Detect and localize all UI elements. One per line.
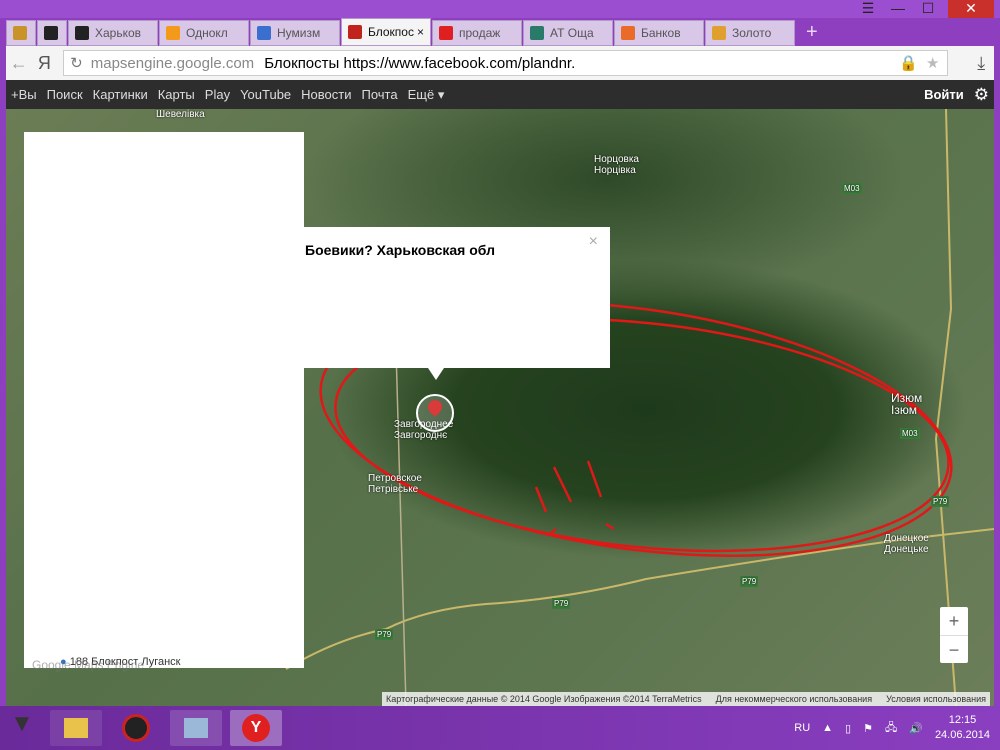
volume-icon[interactable]: 🔊 bbox=[909, 722, 923, 735]
tab-close-icon[interactable]: × bbox=[417, 25, 424, 39]
tab-label: продаж bbox=[459, 26, 501, 40]
language-indicator[interactable]: RU bbox=[794, 722, 810, 734]
place-label: Донецкое Донецьке bbox=[884, 533, 929, 555]
tab[interactable]: Золото bbox=[705, 20, 795, 46]
tab-favicon-icon bbox=[13, 26, 27, 40]
tab[interactable]: Банков bbox=[614, 20, 704, 46]
tab[interactable]: Нумизм bbox=[250, 20, 340, 46]
start-button[interactable]: ▼ bbox=[2, 710, 42, 746]
tab-favicon-icon bbox=[257, 26, 271, 40]
tab[interactable] bbox=[37, 20, 67, 46]
google-bar: +Вы Поиск Картинки Карты Play YouTube Но… bbox=[6, 80, 994, 109]
attribution-data: Картографические данные © 2014 Google Из… bbox=[386, 694, 702, 704]
gbar-plus[interactable]: +Вы bbox=[6, 87, 42, 102]
gbar-youtube[interactable]: YouTube bbox=[235, 87, 296, 102]
system-tray: RU ▲ ▯ ⚑ 🖧 🔊 12:15 24.06.2014 bbox=[794, 706, 990, 750]
clock[interactable]: 12:15 24.06.2014 bbox=[935, 713, 990, 743]
app-taskbar-icon[interactable] bbox=[110, 710, 162, 746]
tab-label: Банков bbox=[641, 26, 681, 40]
battery-icon[interactable]: ▯ bbox=[845, 722, 851, 735]
tab[interactable]: Блокпос × bbox=[341, 18, 431, 46]
taskbar: ▼ Y RU ▲ ▯ ⚑ 🖧 🔊 12:15 24.06.2014 bbox=[0, 706, 1000, 750]
terms-link[interactable]: Условия использования bbox=[886, 694, 986, 704]
close-button[interactable]: ✕ bbox=[948, 0, 994, 18]
yandex-button[interactable]: Я bbox=[32, 53, 58, 74]
tab-label: Золото bbox=[732, 26, 772, 40]
tab-favicon-icon bbox=[621, 26, 635, 40]
settings-gear-icon[interactable]: ⚙ bbox=[969, 85, 994, 105]
tab-favicon-icon bbox=[166, 26, 180, 40]
tab-label: Харьков bbox=[95, 26, 142, 40]
tab-favicon-icon bbox=[44, 26, 58, 40]
place-label: Петровское Петрівське bbox=[368, 473, 422, 495]
gbar-search[interactable]: Поиск bbox=[42, 87, 88, 102]
tab-favicon-icon bbox=[348, 25, 362, 39]
reload-icon[interactable]: ↻ bbox=[70, 54, 83, 72]
tab-favicon-icon bbox=[530, 26, 544, 40]
address-bar: ← Я ↻ mapsengine.google.com Блокпосты ht… bbox=[6, 46, 994, 80]
gbar-images[interactable]: Картинки bbox=[88, 87, 153, 102]
maximize-button[interactable]: ☐ bbox=[908, 0, 948, 18]
tab-label: АТ Оща bbox=[550, 26, 594, 40]
road-badge: M03 bbox=[900, 428, 920, 439]
lock-icon: 🔒 bbox=[899, 55, 918, 72]
gbar-news[interactable]: Новости bbox=[296, 87, 356, 102]
login-button[interactable]: Войти bbox=[919, 87, 969, 102]
tray-expand-icon[interactable]: ▲ bbox=[822, 722, 833, 734]
place-label: Шевелівка bbox=[156, 109, 205, 120]
layers-panel: ● 188 Блокпост Луганск Google Maps Engin… bbox=[24, 132, 304, 672]
url-input[interactable]: ↻ mapsengine.google.com Блокпосты https:… bbox=[63, 50, 949, 76]
tab[interactable]: продаж bbox=[432, 20, 522, 46]
tab-label: Блокпос bbox=[368, 25, 414, 39]
gbar-play[interactable]: Play bbox=[200, 87, 235, 102]
noncommercial-link[interactable]: Для некоммерческого использования bbox=[716, 694, 873, 704]
tab[interactable]: АТ Оща bbox=[523, 20, 613, 46]
info-popup: Боевики? Харьковская обл × bbox=[304, 227, 610, 380]
app-taskbar-icon[interactable] bbox=[170, 710, 222, 746]
back-button[interactable]: ← bbox=[6, 53, 32, 74]
browser-taskbar-icon[interactable]: Y bbox=[230, 710, 282, 746]
google-logo: Google Maps Engine bbox=[32, 658, 145, 672]
gbar-maps[interactable]: Карты bbox=[153, 87, 200, 102]
tab-favicon-icon bbox=[439, 26, 453, 40]
bookmark-star-icon[interactable]: ★ bbox=[926, 54, 939, 72]
title-bar: ☰ — ☐ ✕ bbox=[0, 0, 1000, 18]
clock-time: 12:15 bbox=[948, 714, 977, 726]
road-badge: P79 bbox=[931, 496, 950, 507]
tab[interactable]: Однокл bbox=[159, 20, 249, 46]
gbar-more[interactable]: Ещё ▾ bbox=[403, 87, 450, 103]
tab-favicon-icon bbox=[75, 26, 89, 40]
map-attribution: Картографические данные © 2014 Google Из… bbox=[382, 692, 990, 706]
tab-label: Нумизм bbox=[277, 26, 321, 40]
new-tab-button[interactable]: + bbox=[796, 18, 828, 46]
zoom-out-button[interactable]: − bbox=[940, 635, 968, 663]
tab[interactable]: Харьков bbox=[68, 20, 158, 46]
road-badge: M03 bbox=[842, 183, 862, 194]
zoom-in-button[interactable]: + bbox=[940, 607, 968, 635]
tab-strip: Харьков Однокл Нумизм Блокпос × продаж АТ Оща Б… bbox=[6, 18, 828, 46]
zoom-control: + − bbox=[940, 607, 968, 663]
place-label: Норцовка Норцівка bbox=[594, 154, 639, 176]
popup-title: Боевики? Харьковская обл bbox=[305, 242, 495, 258]
network-icon[interactable]: 🖧 bbox=[885, 719, 897, 738]
road-badge: P79 bbox=[552, 598, 571, 609]
map-marker-icon[interactable] bbox=[416, 394, 454, 432]
download-button[interactable]: ⤓ bbox=[968, 53, 994, 74]
tab[interactable] bbox=[6, 20, 36, 46]
road-badge: P79 bbox=[740, 576, 759, 587]
gbar-mail[interactable]: Почта bbox=[357, 87, 403, 102]
clock-date: 24.06.2014 bbox=[934, 729, 990, 741]
flag-icon[interactable]: ⚑ bbox=[863, 722, 873, 735]
road-badge: P79 bbox=[375, 629, 394, 640]
place-label: Изюм Ізюм bbox=[891, 391, 923, 417]
explorer-taskbar-icon[interactable] bbox=[50, 710, 102, 746]
tab-favicon-icon bbox=[712, 26, 726, 40]
page-title: Блокпосты https://www.facebook.com/pland… bbox=[264, 54, 576, 72]
url-host: mapsengine.google.com bbox=[90, 54, 255, 72]
tab-label: Однокл bbox=[186, 26, 228, 40]
map-canvas[interactable]: Шевелівка Норцовка Норцівка Изюм Ізюм За… bbox=[6, 109, 994, 706]
popup-close-icon[interactable]: × bbox=[589, 233, 598, 251]
